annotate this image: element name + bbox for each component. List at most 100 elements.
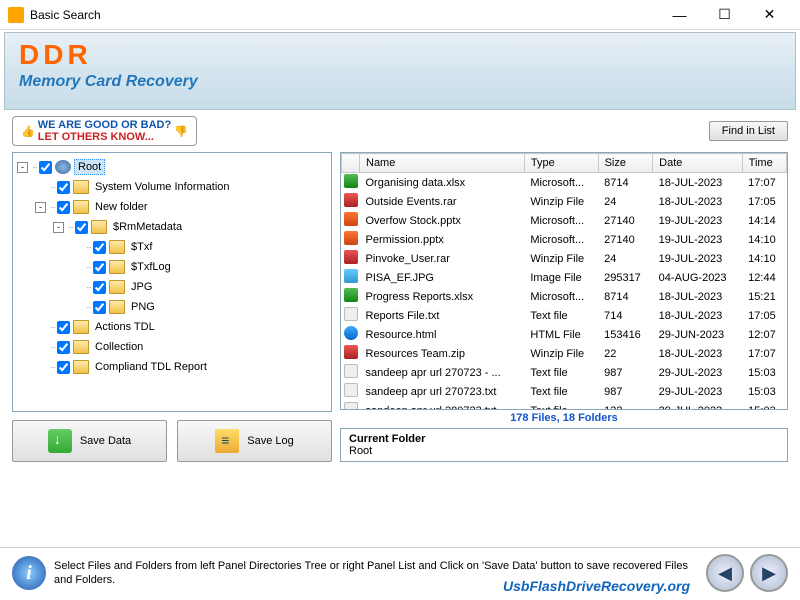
file-type-icon xyxy=(344,383,358,397)
table-row[interactable]: Pinvoke_User.rar Winzip File 24 19-JUL-2… xyxy=(342,249,787,268)
tree-checkbox[interactable] xyxy=(57,341,70,354)
table-row[interactable]: sandeep apr url 280723.txt Text file 132… xyxy=(342,401,787,410)
expand-toggle[interactable]: - xyxy=(53,222,64,233)
file-type-icon xyxy=(344,250,358,264)
table-row[interactable]: PISA_EF.JPG Image File 295317 04-AUG-202… xyxy=(342,268,787,287)
tree-connector: ··· xyxy=(86,283,91,292)
file-type-icon xyxy=(344,231,358,245)
table-row[interactable]: Organising data.xlsx Microsoft... 8714 1… xyxy=(342,173,787,193)
tree-item[interactable]: ···Collection xyxy=(17,337,327,357)
cell-size: 24 xyxy=(598,192,653,211)
table-row[interactable]: sandeep apr url 270723 - ... Text file 9… xyxy=(342,363,787,382)
tree-checkbox[interactable] xyxy=(93,241,106,254)
tree-checkbox[interactable] xyxy=(93,281,106,294)
tree-checkbox[interactable] xyxy=(93,301,106,314)
folder-icon xyxy=(109,260,125,274)
table-row[interactable]: sandeep apr url 270723.txt Text file 987… xyxy=(342,382,787,401)
table-row[interactable]: Progress Reports.xlsx Microsoft... 8714 … xyxy=(342,287,787,306)
tree-connector: ··· xyxy=(50,183,55,192)
folder-icon xyxy=(73,320,89,334)
expand-toggle[interactable]: - xyxy=(35,202,46,213)
drive-icon xyxy=(55,160,71,174)
cell-type: Image File xyxy=(524,268,598,287)
directory-tree[interactable]: -···Root···System Volume Information-···… xyxy=(12,152,332,412)
back-button[interactable]: ◀ xyxy=(706,554,744,592)
tree-item[interactable]: ··· System Volume Information xyxy=(17,177,327,197)
cell-name: Organising data.xlsx xyxy=(360,173,525,193)
cell-time: 15:03 xyxy=(742,382,786,401)
feedback-banner[interactable]: 👍 WE ARE GOOD OR BAD? LET OTHERS KNOW...… xyxy=(12,116,197,146)
close-button[interactable]: ✕ xyxy=(747,1,792,29)
save-data-label: Save Data xyxy=(80,435,131,447)
cell-date: 18-JUL-2023 xyxy=(653,192,743,211)
table-row[interactable]: Outside Events.rar Winzip File 24 18-JUL… xyxy=(342,192,787,211)
expand-toggle[interactable]: - xyxy=(17,162,28,173)
tree-item[interactable]: -···Root xyxy=(17,157,327,177)
column-header[interactable]: Time xyxy=(742,154,786,173)
tree-item[interactable]: ···$TxfLog xyxy=(17,257,327,277)
tree-checkbox[interactable] xyxy=(39,161,52,174)
tree-connector: ··· xyxy=(50,343,55,352)
column-header[interactable]: Size xyxy=(598,154,653,173)
cell-name: Resources Team.zip xyxy=(360,344,525,363)
cell-name: Resource.html xyxy=(360,325,525,344)
table-row[interactable]: Reports File.txt Text file 714 18-JUL-20… xyxy=(342,306,787,325)
column-header[interactable]: Type xyxy=(524,154,598,173)
cell-size: 987 xyxy=(598,382,653,401)
tree-checkbox[interactable] xyxy=(57,201,70,214)
file-type-icon xyxy=(344,307,358,321)
cell-type: Winzip File xyxy=(524,344,598,363)
folder-icon xyxy=(73,200,89,214)
tree-label: Root xyxy=(74,159,105,175)
tree-checkbox[interactable] xyxy=(57,361,70,374)
tree-item[interactable]: ···Actions TDL xyxy=(17,317,327,337)
cell-date: 29-JUL-2023 xyxy=(653,363,743,382)
current-folder-title: Current Folder xyxy=(349,433,779,445)
cell-time: 17:07 xyxy=(742,173,786,193)
cell-size: 27140 xyxy=(598,230,653,249)
find-in-list-button[interactable]: Find in List xyxy=(709,121,788,141)
tree-checkbox[interactable] xyxy=(93,261,106,274)
column-header[interactable]: Name xyxy=(360,154,525,173)
tree-item[interactable]: ···$Txf xyxy=(17,237,327,257)
cell-name: sandeep apr url 280723.txt xyxy=(360,401,525,410)
tree-item[interactable]: ···JPG xyxy=(17,277,327,297)
cell-date: 19-JUL-2023 xyxy=(653,230,743,249)
brand-link[interactable]: UsbFlashDriveRecovery.org xyxy=(503,578,690,594)
cell-size: 8714 xyxy=(598,173,653,193)
tree-checkbox[interactable] xyxy=(57,181,70,194)
tree-checkbox[interactable] xyxy=(57,321,70,334)
tree-item[interactable]: ···Compliand TDL Report xyxy=(17,357,327,377)
feedback-line2: LET OTHERS KNOW... xyxy=(38,131,171,143)
cell-size: 132 xyxy=(598,401,653,410)
save-data-button[interactable]: Save Data xyxy=(12,420,167,462)
tree-item[interactable]: -···New folder xyxy=(17,197,327,217)
tree-label: System Volume Information xyxy=(92,180,233,194)
table-row[interactable]: Overfow Stock.pptx Microsoft... 27140 19… xyxy=(342,211,787,230)
table-row[interactable]: Resource.html HTML File 153416 29-JUN-20… xyxy=(342,325,787,344)
maximize-button[interactable]: ☐ xyxy=(702,1,747,29)
tree-item[interactable]: -···$RmMetadata xyxy=(17,217,327,237)
cell-name: sandeep apr url 270723.txt xyxy=(360,382,525,401)
window-title: Basic Search xyxy=(30,8,657,22)
cell-type: Microsoft... xyxy=(524,287,598,306)
folder-icon xyxy=(73,180,89,194)
minimize-button[interactable]: — xyxy=(657,1,702,29)
save-log-icon xyxy=(215,429,239,453)
cell-time: 15:03 xyxy=(742,363,786,382)
folder-icon xyxy=(109,280,125,294)
file-type-icon xyxy=(344,402,358,410)
save-log-button[interactable]: Save Log xyxy=(177,420,332,462)
table-row[interactable]: Permission.pptx Microsoft... 27140 19-JU… xyxy=(342,230,787,249)
tree-checkbox[interactable] xyxy=(75,221,88,234)
status-count: 178 Files, 18 Folders xyxy=(340,410,788,426)
file-type-icon xyxy=(344,193,358,207)
cell-date: 18-JUL-2023 xyxy=(653,173,743,193)
column-header[interactable]: Date xyxy=(653,154,743,173)
cell-name: Overfow Stock.pptx xyxy=(360,211,525,230)
next-button[interactable]: ▶ xyxy=(750,554,788,592)
tree-item[interactable]: ···PNG xyxy=(17,297,327,317)
table-row[interactable]: Resources Team.zip Winzip File 22 18-JUL… xyxy=(342,344,787,363)
cell-size: 24 xyxy=(598,249,653,268)
file-list[interactable]: NameTypeSizeDateTime Organising data.xls… xyxy=(340,152,788,410)
